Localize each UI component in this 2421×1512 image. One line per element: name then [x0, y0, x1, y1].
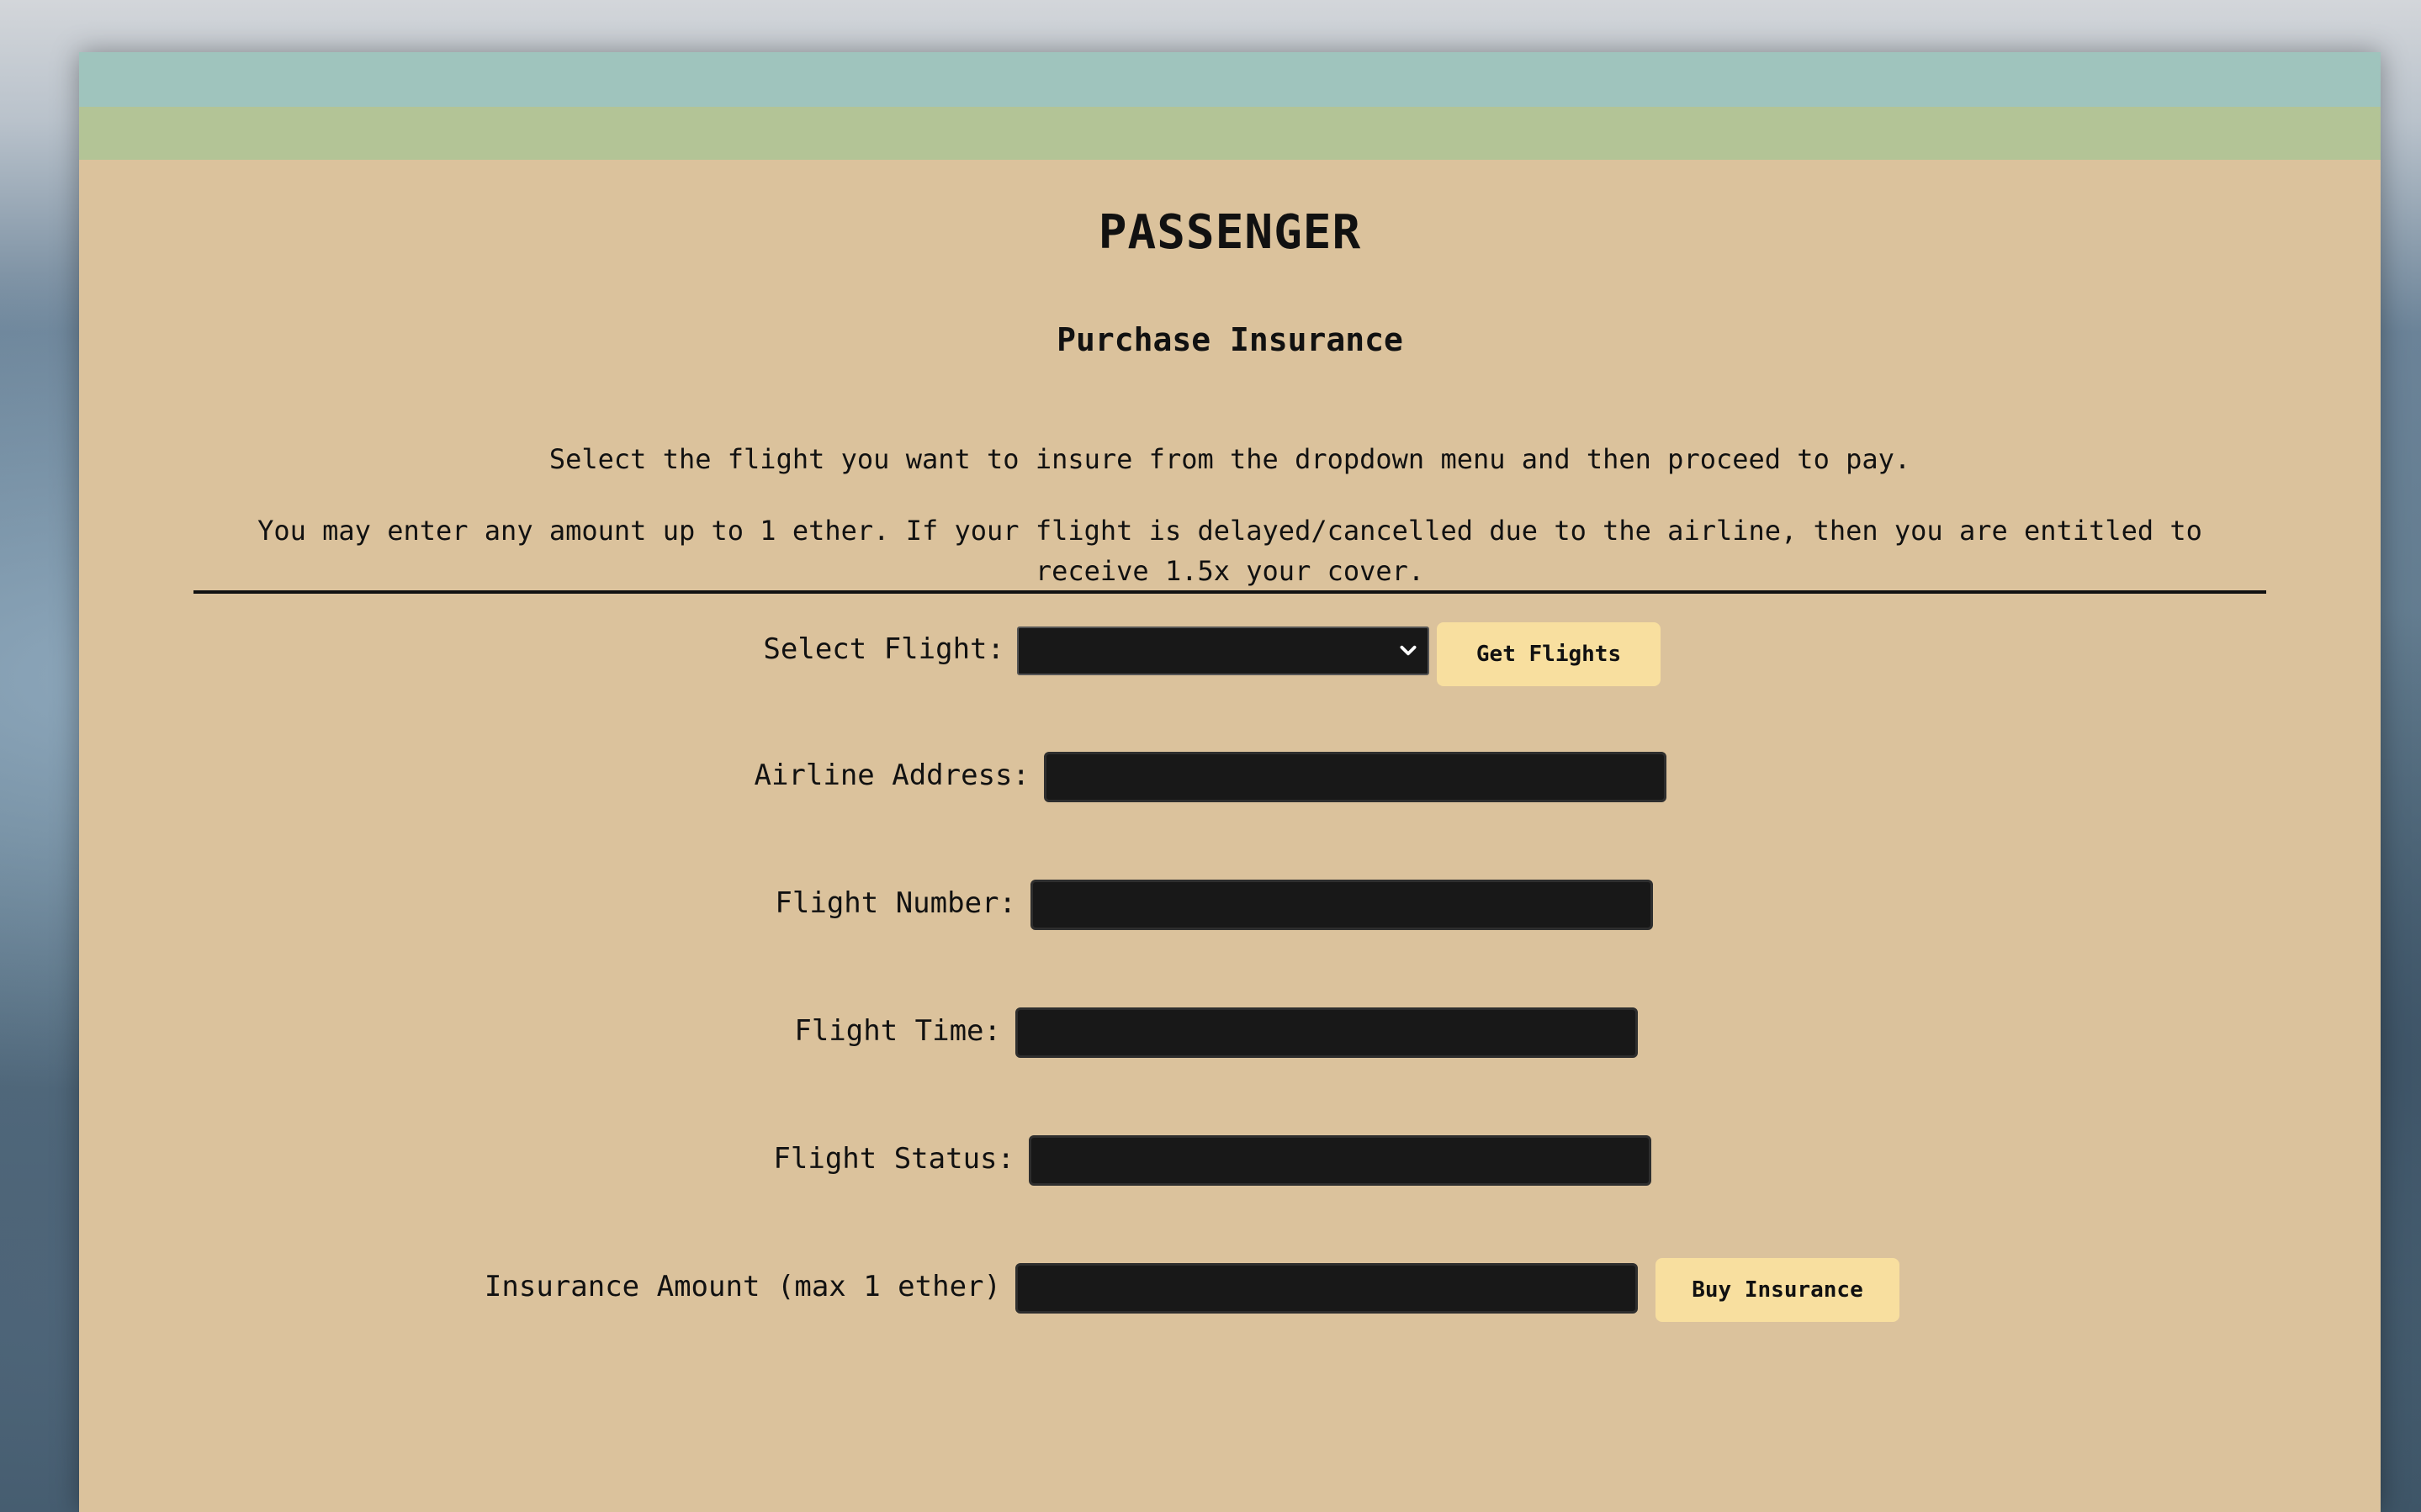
flight-status-label: Flight Status:: [773, 1142, 1014, 1176]
secondary-banner-band: [79, 107, 2381, 160]
instructions-line-2: You may enter any amount up to 1 ether. …: [257, 515, 2202, 587]
get-flights-button[interactable]: Get Flights: [1437, 622, 1661, 686]
flight-time-input[interactable]: [1015, 1007, 1638, 1058]
flight-number-input[interactable]: [1030, 880, 1653, 930]
select-flight-dropdown[interactable]: [1017, 626, 1429, 675]
select-flight-label: Select Flight:: [763, 632, 1004, 666]
chevron-down-icon: [1400, 645, 1417, 656]
flight-status-input[interactable]: [1029, 1135, 1651, 1186]
instructions-line-1: Select the flight you want to insure fro…: [548, 443, 1911, 475]
buy-insurance-button[interactable]: Buy Insurance: [1655, 1258, 1899, 1322]
airline-address-input[interactable]: [1044, 752, 1666, 802]
flight-time-label: Flight Time:: [794, 1014, 1001, 1048]
insurance-amount-label: Insurance Amount (max 1 ether): [484, 1270, 1001, 1303]
section-subtitle: Purchase Insurance: [1057, 321, 1403, 358]
airline-address-label: Airline Address:: [754, 759, 1030, 792]
flight-number-label: Flight Number:: [775, 886, 1016, 920]
section-divider: [193, 590, 2266, 594]
main-card: PASSENGER Purchase Insurance Select the …: [79, 52, 2381, 1512]
page-title: PASSENGER: [1098, 205, 1362, 260]
top-banner-band: [79, 52, 2381, 107]
insurance-amount-input[interactable]: [1015, 1263, 1638, 1314]
